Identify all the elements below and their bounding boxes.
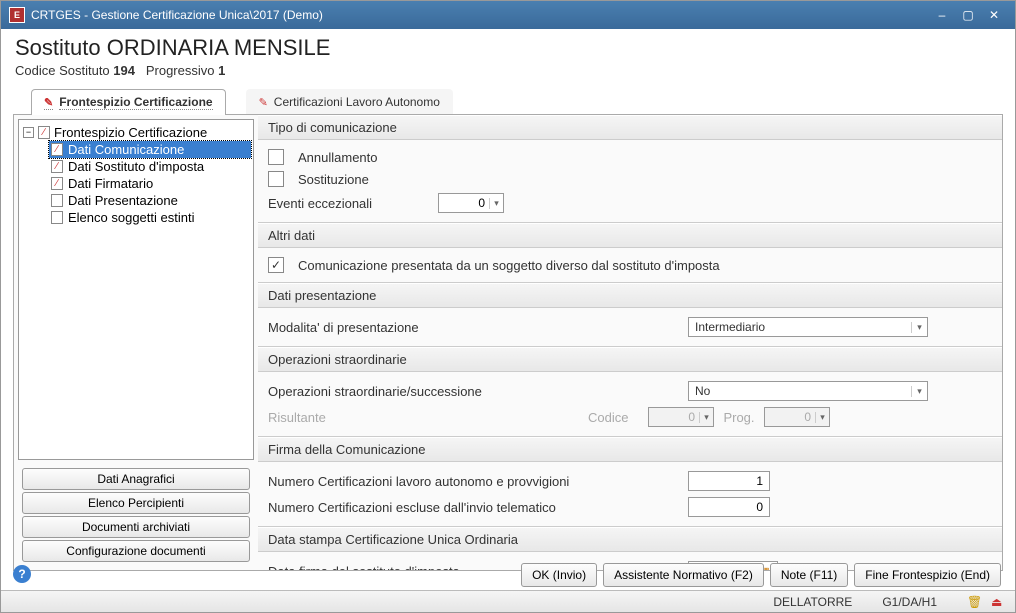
status-location: G1/DA/H1 [882,595,937,609]
main-content: − ∕ Frontespizio Certificazione ∕ Dati C… [13,115,1003,571]
tree: − ∕ Frontespizio Certificazione ∕ Dati C… [18,119,254,460]
group-header-tipo-comunicazione: Tipo di comunicazione [258,115,1002,140]
document-icon [51,211,63,224]
pencil-icon: ✎ [44,96,53,110]
tab-label: Frontespizio Certificazione [59,95,212,110]
pencil-icon: ✎ [259,96,268,109]
group-header-operazioni-straordinarie: Operazioni straordinarie [258,347,1002,372]
exit-icon[interactable]: ⏏ [991,595,1005,609]
group-header-dati-presentazione: Dati presentazione [258,283,1002,308]
num-cert-autonomo-input[interactable] [688,471,770,491]
note-button[interactable]: Note (F11) [770,563,848,587]
footer-buttons: OK (Invio) Assistente Normativo (F2) Not… [521,563,1001,587]
tree-item-dati-presentazione[interactable]: Dati Presentazione [49,192,251,209]
sostituzione-label: Sostituzione [298,172,369,187]
tree-item-dati-sostituto[interactable]: ∕ Dati Sostituto d'imposta [49,158,251,175]
document-icon: ∕ [51,143,63,156]
tree-item-dati-firmatario[interactable]: ∕ Dati Firmatario [49,175,251,192]
titlebar: E CRTGES - Gestione Certificazione Unica… [1,1,1015,29]
chevron-down-icon[interactable]: ▾ [911,386,927,397]
configurazione-documenti-button[interactable]: Configurazione documenti [22,540,250,562]
header-subline: Codice Sostituto 194 Progressivo 1 [15,63,1001,78]
tab-label: Certificazioni Lavoro Autonomo [274,95,440,109]
header: Sostituto ORDINARIA MENSILE Codice Sosti… [1,29,1015,82]
group-header-firma: Firma della Comunicazione [258,437,1002,462]
tab-certificazioni-autonomo[interactable]: ✎ Certificazioni Lavoro Autonomo [246,89,453,114]
operazioni-successione-label: Operazioni straordinarie/successione [268,384,688,399]
soggetto-diverso-checkbox[interactable] [268,257,284,273]
tabs: ✎ Frontespizio Certificazione ✎ Certific… [13,88,1003,115]
chevron-down-icon: ▾ [699,412,713,423]
chevron-down-icon: ▾ [815,412,829,423]
tree-root-label: Frontespizio Certificazione [54,125,207,140]
left-column: − ∕ Frontespizio Certificazione ∕ Dati C… [14,115,258,570]
document-icon: ∕ [51,177,63,190]
document-icon [51,194,63,207]
chevron-down-icon[interactable]: ▾ [911,322,927,333]
annullamento-checkbox[interactable] [268,149,284,165]
document-icon: ∕ [51,160,63,173]
ok-button[interactable]: OK (Invio) [521,563,597,587]
modalita-presentazione-label: Modalita' di presentazione [268,320,688,335]
soggetto-diverso-label: Comunicazione presentata da un soggetto … [298,258,720,273]
num-cert-autonomo-label: Numero Certificazioni lavoro autonomo e … [268,474,688,489]
close-button[interactable]: ✕ [981,5,1007,25]
codice-input: ▾ [648,407,714,427]
statusbar: DELLATORRE G1/DA/H1 🗑 ⏏ [1,590,1015,612]
form-area: Tipo di comunicazione Annullamento Sosti… [258,115,1002,570]
tree-item-dati-comunicazione[interactable]: ∕ Dati Comunicazione [49,141,251,158]
chevron-down-icon[interactable]: ▾ [489,198,503,209]
page-title: Sostituto ORDINARIA MENSILE [15,35,1001,61]
tree-item-elenco-soggetti[interactable]: Elenco soggetti estinti [49,209,251,226]
tab-frontespizio[interactable]: ✎ Frontespizio Certificazione [31,89,226,115]
document-icon: ∕ [38,126,50,139]
dati-anagrafici-button[interactable]: Dati Anagrafici [22,468,250,490]
tree-item-label: Dati Comunicazione [68,142,184,157]
help-icon[interactable]: ? [13,565,31,583]
documenti-archiviati-button[interactable]: Documenti archiviati [22,516,250,538]
sostituzione-checkbox[interactable] [268,171,284,187]
fine-frontespizio-button[interactable]: Fine Frontespizio (End) [854,563,1001,587]
modalita-presentazione-select[interactable]: Intermediario ▾ [688,317,928,337]
annullamento-label: Annullamento [298,150,378,165]
trash-icon[interactable]: 🗑 [967,595,981,609]
assistente-normativo-button[interactable]: Assistente Normativo (F2) [603,563,764,587]
eventi-eccezionali-input[interactable]: ▾ [438,193,504,213]
tree-root[interactable]: − ∕ Frontespizio Certificazione [21,124,251,141]
num-cert-escluse-input[interactable] [688,497,770,517]
tree-item-label: Dati Firmatario [68,176,153,191]
tree-item-label: Dati Sostituto d'imposta [68,159,204,174]
minimize-button[interactable]: – [929,5,955,25]
risultante-label: Risultante [268,410,588,425]
elenco-percipienti-button[interactable]: Elenco Percipienti [22,492,250,514]
status-user: DELLATORRE [773,595,852,609]
group-header-altri-dati: Altri dati [258,223,1002,248]
tree-item-label: Dati Presentazione [68,193,178,208]
operazioni-successione-select[interactable]: No ▾ [688,381,928,401]
maximize-button[interactable]: ▢ [955,5,981,25]
eventi-eccezionali-label: Eventi eccezionali [268,196,438,211]
prog-input: ▾ [764,407,830,427]
prog-label: Prog. [714,410,764,425]
group-header-data-stampa: Data stampa Certificazione Unica Ordinar… [258,527,1002,552]
app-icon: E [9,7,25,23]
tree-item-label: Elenco soggetti estinti [68,210,194,225]
codice-label: Codice [588,410,648,425]
collapse-icon[interactable]: − [23,127,34,138]
window-title: CRTGES - Gestione Certificazione Unica\2… [31,8,929,22]
num-cert-escluse-label: Numero Certificazioni escluse dall'invio… [268,500,688,515]
